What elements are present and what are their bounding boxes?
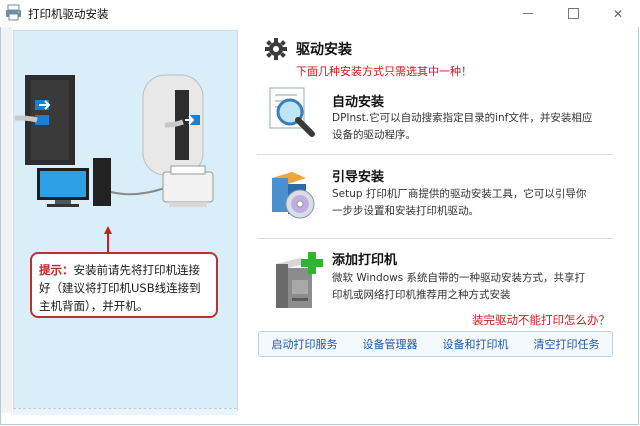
separator bbox=[257, 238, 613, 239]
maximize-button[interactable] bbox=[550, 0, 596, 27]
section-title: 驱动安装 bbox=[296, 42, 352, 58]
section-subtitle: 下面几种安装方式只需选其中一种！ bbox=[296, 65, 472, 78]
add-printer-icon[interactable] bbox=[270, 250, 326, 310]
left-edge-strip bbox=[0, 27, 12, 413]
minimize-button[interactable] bbox=[505, 0, 551, 27]
title-bar: 打印机驱动安装 ✕ bbox=[0, 0, 640, 27]
tip-label: 提示： bbox=[39, 263, 74, 277]
devices-and-printers-link[interactable]: 设备和打印机 bbox=[443, 336, 509, 352]
close-icon: ✕ bbox=[612, 6, 624, 21]
device-manager-link[interactable]: 设备管理器 bbox=[363, 336, 418, 352]
left-panel-footer bbox=[13, 408, 237, 415]
option-auto-install-desc: DPInst.它可以自动搜索指定目录的inf文件，并安装相应设备的驱动程序。 bbox=[332, 112, 593, 141]
separator bbox=[257, 154, 613, 155]
minimize-icon bbox=[523, 13, 533, 14]
option-add-printer-desc: 微软 Windows 系统自带的一种驱动安装方式，共享打印机或网络打印机推荐用之… bbox=[332, 272, 586, 301]
start-print-service-link[interactable]: 启动打印服务 bbox=[272, 336, 338, 352]
cannot-print-help-link[interactable]: 装完驱动不能打印怎么办？ bbox=[472, 312, 610, 328]
option-guided-install-desc: Setup 打印机厂商提供的驱动安装工具，它可以引导你一步步设置和安装打印机驱动… bbox=[332, 188, 587, 217]
setup-disc-icon[interactable] bbox=[266, 168, 320, 222]
option-guided-install-title[interactable]: 引导安装 bbox=[332, 166, 384, 185]
tip-box: 提示：安装前请先将打印机连接好（建议将打印机USB线连接到主机背面），并开机。 bbox=[30, 252, 218, 318]
arrow-up-icon bbox=[104, 226, 112, 254]
option-auto-install-title[interactable]: 自动安装 bbox=[332, 91, 384, 110]
gear-icon bbox=[265, 38, 287, 60]
maximize-icon bbox=[567, 8, 579, 19]
printer-usb-connection-illustration bbox=[15, 74, 214, 207]
bottom-shortcuts-bar: 启动打印服务 设备管理器 设备和打印机 清空打印任务 bbox=[258, 331, 613, 357]
option-add-printer-title[interactable]: 添加打印机 bbox=[332, 249, 397, 268]
window-title: 打印机驱动安装 bbox=[28, 7, 109, 21]
close-button[interactable]: ✕ bbox=[595, 0, 640, 27]
clear-print-queue-link[interactable]: 清空打印任务 bbox=[534, 336, 600, 352]
printer-app-icon bbox=[6, 4, 21, 21]
magnifier-icon[interactable] bbox=[266, 86, 318, 138]
